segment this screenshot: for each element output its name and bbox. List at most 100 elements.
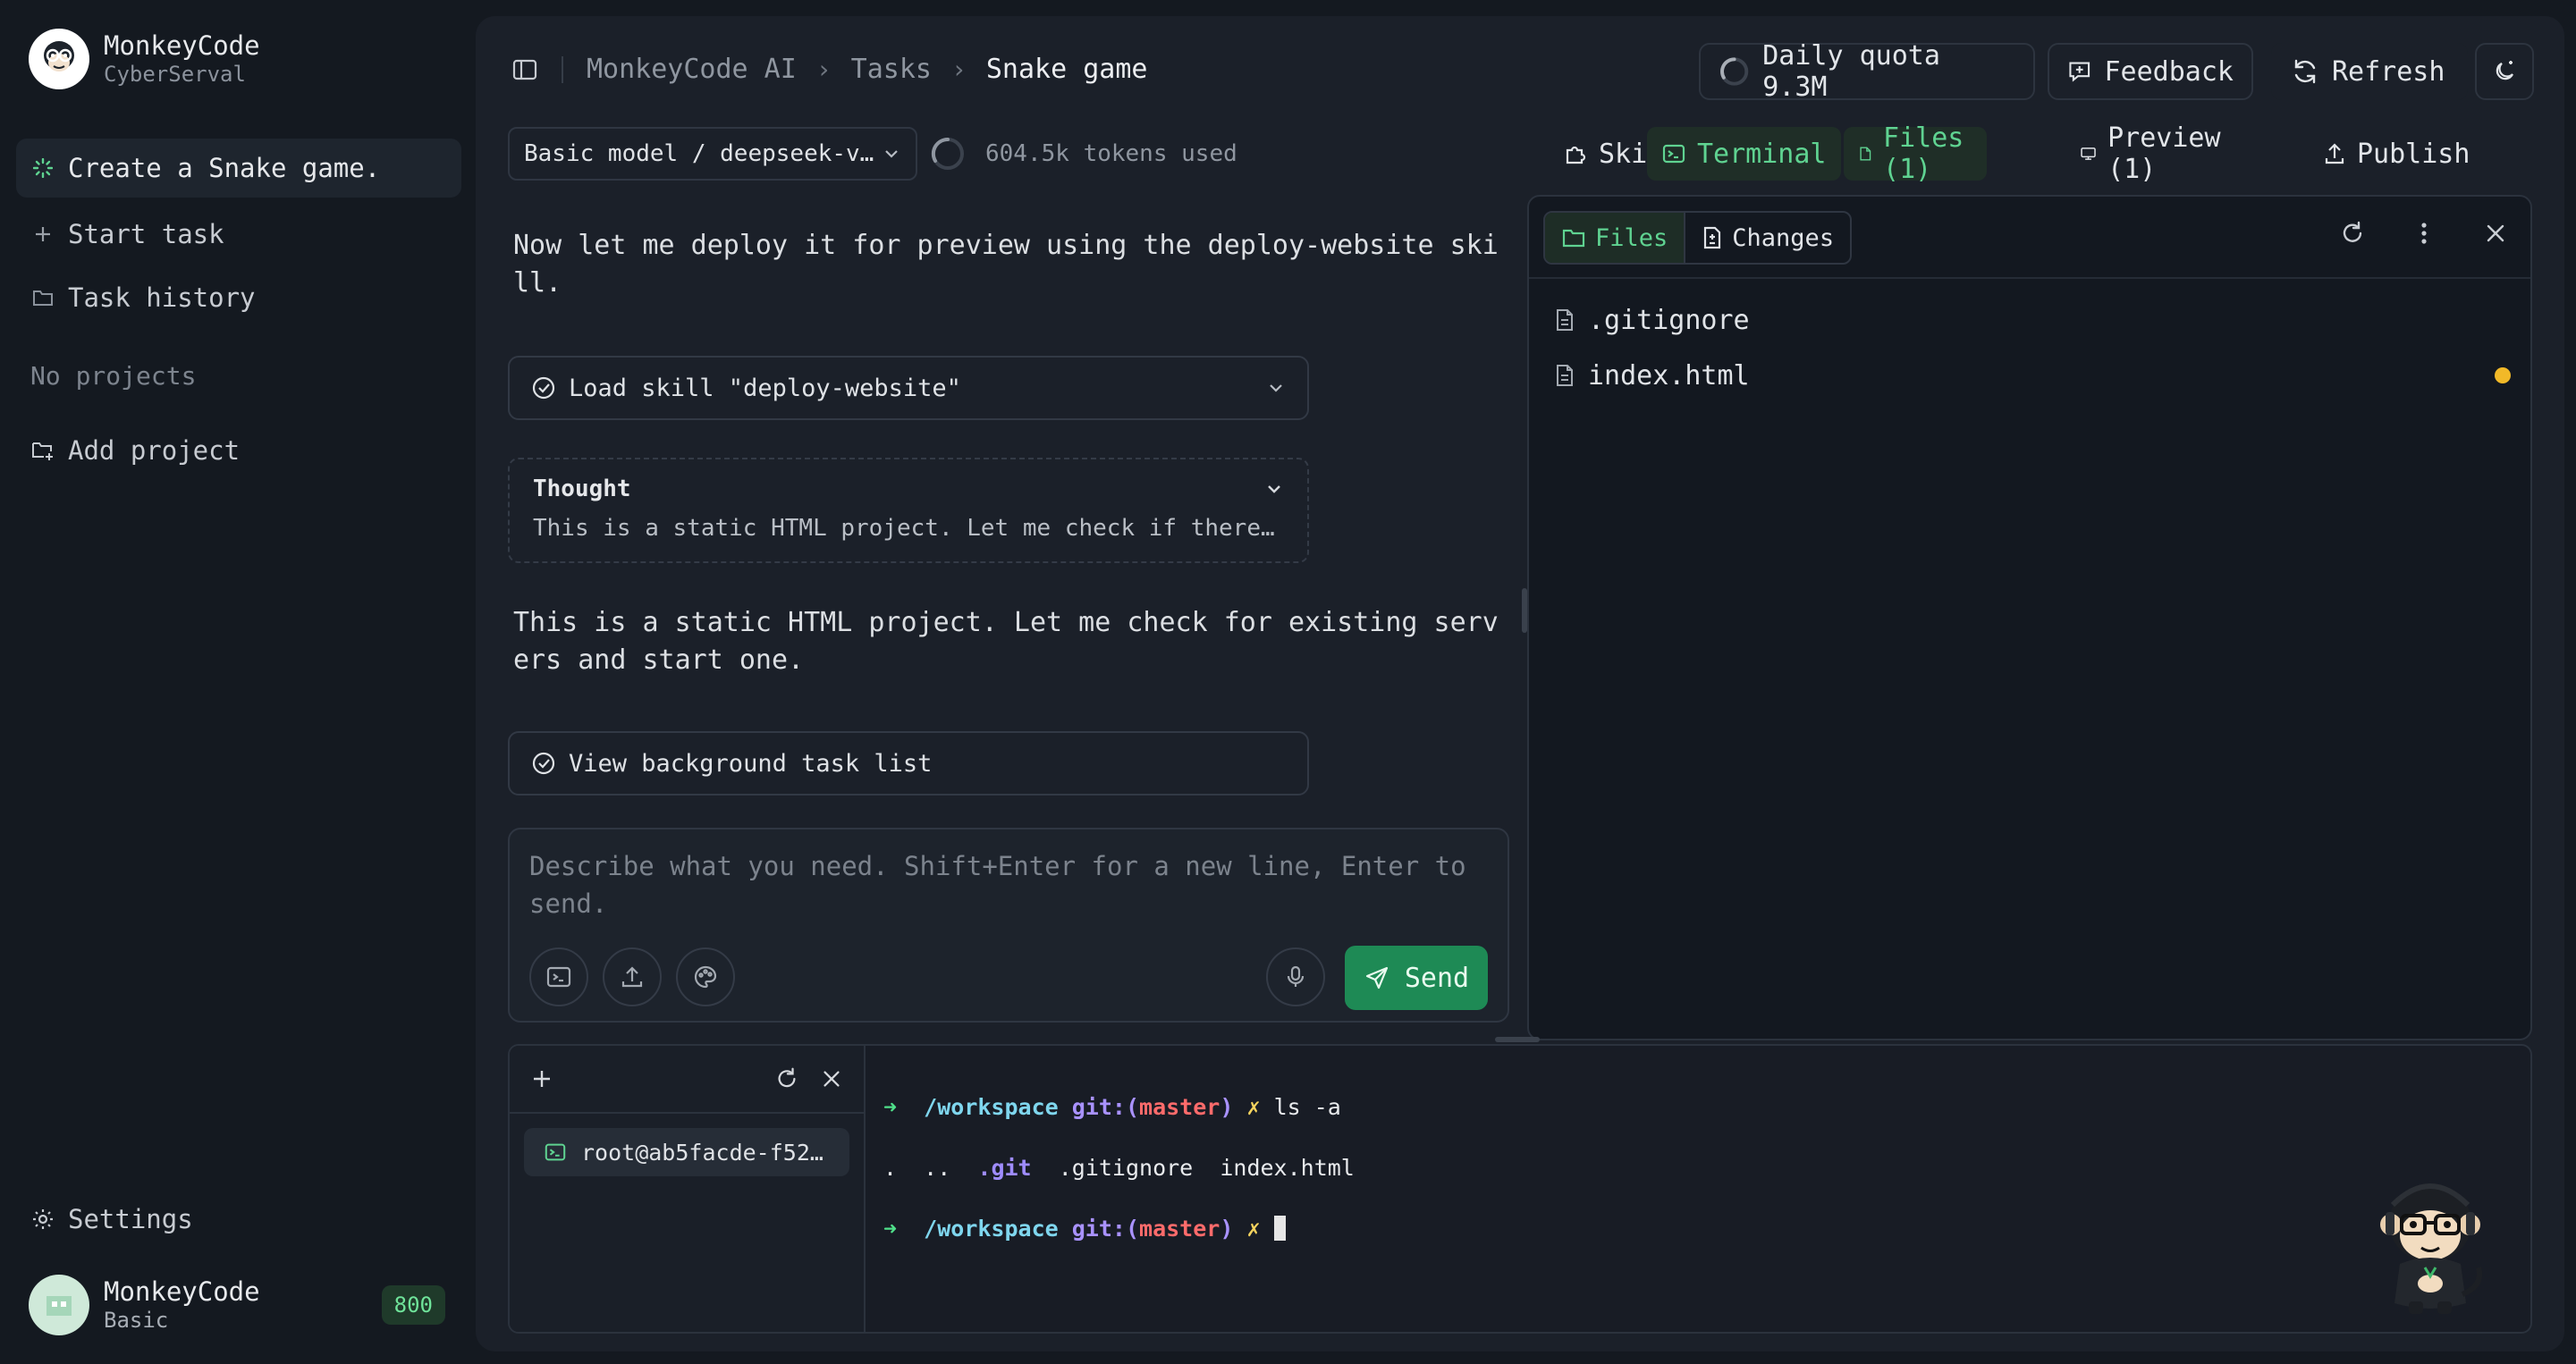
terminal-command-button[interactable] — [529, 947, 588, 1006]
sidebar-item-settings[interactable]: Settings — [16, 1190, 461, 1249]
files-view-switch: Files Changes — [1543, 211, 1853, 265]
quota-label: Daily quota 9.3M — [1762, 40, 1940, 103]
sidebar-item-task-history[interactable]: Task history — [16, 268, 461, 327]
prompt-git: git:( — [1071, 1216, 1140, 1242]
terminal-icon — [546, 966, 571, 988]
user-name: MonkeyCode — [104, 1276, 260, 1307]
close-icon[interactable] — [2482, 220, 2509, 247]
puzzle-icon — [1566, 146, 1586, 164]
terminal-sessions: root@ab5facde-f52… — [510, 1046, 866, 1332]
spinner-icon — [30, 156, 55, 181]
breadcrumb-tasks[interactable]: Tasks — [851, 54, 932, 85]
ls-entry: . — [883, 1155, 898, 1181]
tab-label: Preview (1) — [2107, 122, 2221, 185]
tool-call-load-skill[interactable]: Load skill "deploy-website" — [508, 356, 1309, 420]
tab-label: Publish — [2357, 138, 2470, 170]
user-plan: Basic — [104, 1308, 169, 1333]
thought-block[interactable]: Thought This is a static HTML project. L… — [508, 458, 1309, 563]
daily-quota-button[interactable]: Daily quota 9.3M — [1699, 40, 2035, 103]
divider — [1529, 277, 2530, 279]
terminal-session-item[interactable]: root@ab5facde-f52… — [524, 1128, 849, 1176]
refresh-label: Refresh — [2332, 55, 2445, 88]
terminal-icon — [1662, 144, 1685, 164]
sidebar-item-label: Create a Snake game. — [68, 153, 381, 183]
send-button[interactable]: Send — [1345, 946, 1488, 1010]
plus-icon[interactable] — [529, 1066, 554, 1091]
monitor-icon — [2081, 147, 2096, 160]
terminal-line: ➜ /workspace git:(master) ✗ ls -a — [883, 1092, 1355, 1123]
sidebar-item-label: Start task — [68, 219, 224, 249]
feedback-label: Feedback — [2104, 55, 2234, 88]
palette-icon — [694, 965, 717, 989]
ls-entry: .. — [924, 1155, 951, 1181]
send-label: Send — [1404, 962, 1470, 994]
gear-icon — [30, 1207, 55, 1232]
tab-files[interactable]: Files (1) — [1844, 122, 1988, 185]
seg-label: Files — [1595, 223, 1668, 252]
terminal-line: . .. .git .gitignore index.html — [883, 1153, 1355, 1183]
design-button[interactable] — [676, 947, 735, 1006]
tool-call-background-tasks[interactable]: View background task list — [508, 731, 1309, 796]
check-circle-icon — [532, 376, 555, 400]
breadcrumb-current: Snake game — [985, 54, 1148, 85]
message-input[interactable] — [510, 829, 1508, 937]
divider — [562, 55, 563, 83]
sidebar-item-label: Add project — [68, 435, 241, 466]
brand[interactable]: MonkeyCode CyberServal — [29, 29, 260, 89]
vertical-resize-handle[interactable] — [1522, 588, 1527, 633]
credits-badge: 800 — [381, 1285, 445, 1325]
sidebar-toggle-icon[interactable] — [511, 56, 538, 83]
modified-indicator — [2495, 367, 2511, 383]
sidebar-item-start-task[interactable]: Start task — [16, 205, 461, 264]
ls-entry: .gitignore — [1058, 1155, 1194, 1181]
sidebar: MonkeyCode CyberServal Create a Snake ga… — [0, 0, 472, 1364]
token-usage: 604.5k tokens used — [930, 136, 1237, 172]
brand-name: MonkeyCode — [104, 30, 260, 61]
ls-entry: .git — [977, 1155, 1032, 1181]
prompt-git: git:( — [1071, 1094, 1140, 1120]
upload-button[interactable] — [603, 947, 662, 1006]
file-item[interactable]: index.html — [1554, 352, 2511, 399]
files-panel-actions — [2339, 220, 2509, 247]
feedback-icon — [2069, 62, 2090, 82]
upload-icon — [2325, 143, 2344, 164]
tab-terminal[interactable]: Terminal — [1647, 127, 1841, 181]
more-vertical-icon[interactable] — [2411, 220, 2437, 247]
sidebar-item-current-task[interactable]: Create a Snake game. — [16, 139, 461, 198]
refresh-icon[interactable] — [2339, 220, 2366, 247]
sidebar-item-add-project[interactable]: Add project — [16, 421, 461, 480]
refresh-button[interactable]: Refresh — [2271, 43, 2468, 100]
terminal-cursor — [1273, 1216, 1286, 1241]
prompt-arrow: ➜ — [883, 1216, 898, 1242]
microphone-icon — [1287, 965, 1305, 987]
feedback-button[interactable]: Feedback — [2048, 43, 2253, 100]
thought-title: Thought — [533, 476, 631, 502]
file-text-icon — [1557, 365, 1573, 386]
upload-icon — [621, 966, 643, 988]
horizontal-resize-handle[interactable] — [1495, 1037, 1540, 1042]
breadcrumb: MonkeyCode AI › Tasks › Snake game — [511, 54, 1147, 85]
tool-call-label: View background task list — [569, 749, 933, 778]
prompt-git-close: ) — [1220, 1094, 1234, 1120]
terminal-command: ls -a — [1273, 1094, 1341, 1120]
terminal-output[interactable]: ➜ /workspace git:(master) ✗ ls -a . .. .… — [883, 1062, 1355, 1305]
prompt-path: /workspace — [924, 1094, 1059, 1120]
breadcrumb-root[interactable]: MonkeyCode AI — [587, 54, 797, 85]
tab-files-tree[interactable]: Files — [1545, 213, 1686, 263]
prompt-path: /workspace — [924, 1216, 1059, 1242]
tab-publish[interactable]: Publish — [2309, 127, 2484, 181]
model-select[interactable]: Basic model / deepseek-v… — [508, 127, 917, 181]
progress-ring-icon — [1719, 57, 1749, 86]
thought-body: This is a static HTML project. Let me ch… — [533, 515, 1284, 542]
theme-toggle-button[interactable] — [2475, 43, 2534, 100]
monkey-mascot-icon[interactable] — [2373, 1169, 2489, 1321]
tab-changes[interactable]: Changes — [1685, 213, 1850, 263]
no-projects-text: No projects — [30, 361, 197, 391]
terminal-line: ➜ /workspace git:(master) ✗ — [883, 1214, 1355, 1244]
user-profile[interactable]: MonkeyCode Basic 800 — [29, 1273, 445, 1337]
close-icon[interactable] — [819, 1066, 844, 1091]
file-item[interactable]: .gitignore — [1554, 297, 2511, 343]
voice-input-button[interactable] — [1266, 947, 1325, 1006]
tab-preview[interactable]: Preview (1) — [2065, 122, 2242, 185]
refresh-icon[interactable] — [774, 1066, 799, 1091]
